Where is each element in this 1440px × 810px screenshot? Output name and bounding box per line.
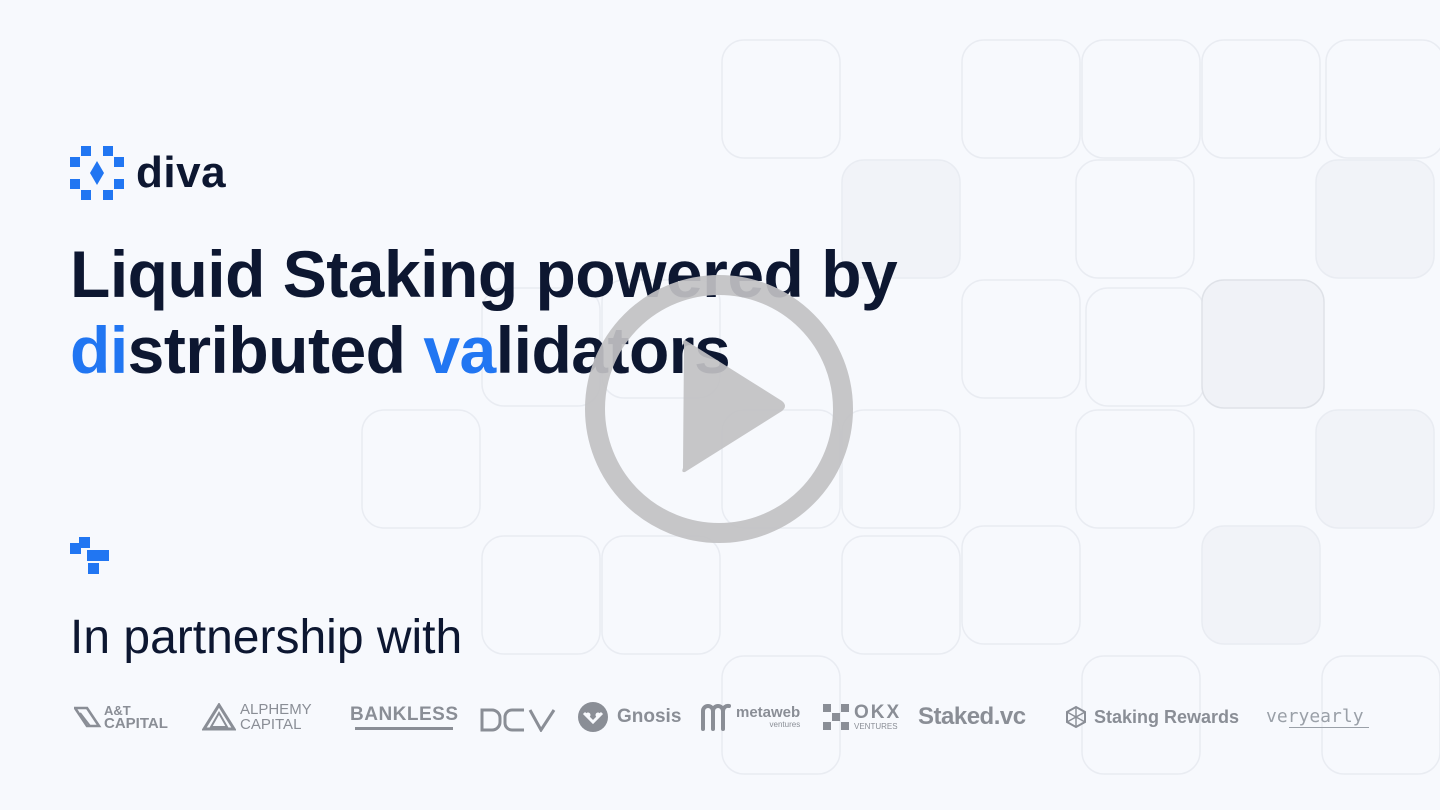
play-icon (682, 340, 785, 473)
metaweb-label: metaweb (736, 703, 801, 721)
veryearly-underline (1289, 726, 1369, 728)
partner-at-capital: A&T CAPITAL (74, 697, 168, 737)
partner-veryearly: veryearly (1266, 697, 1369, 737)
okx-label: OKX (854, 701, 902, 723)
gnosis-label: Gnosis (617, 706, 682, 727)
alphemy-line2: CAPITAL (240, 716, 302, 733)
partner-staked-vc: Staked.vc (918, 697, 1026, 737)
metaweb-sub-label: ventures (769, 719, 801, 729)
at-capital-line2: CAPITAL (104, 715, 168, 732)
dcv-logo-icon (480, 708, 556, 732)
partner-dcv: dcv (480, 697, 556, 737)
partner-gnosis: Gnosis (577, 697, 681, 737)
headline-highlight-va: va (423, 313, 496, 387)
okx-logo-icon (823, 704, 849, 730)
alphemy-line1: ALPHEMY (240, 701, 312, 718)
play-video-button[interactable] (583, 273, 855, 545)
alphemy-icon (202, 703, 236, 731)
staking-rewards-icon (1066, 705, 1086, 729)
partner-bankless: BANKLESS (350, 697, 459, 737)
headline-highlight-di: di (70, 313, 128, 387)
veryearly-label: veryearly (1266, 705, 1364, 727)
staking-rewards-label: Staking Rewards (1094, 706, 1240, 727)
at-capital-icon (74, 706, 102, 728)
bankless-label: BANKLESS (350, 703, 459, 725)
diva-logo: diva (70, 146, 226, 200)
partner-metaweb: metaweb ventures (700, 697, 800, 737)
diva-logo-icon (70, 146, 124, 200)
diva-logo-text: diva (136, 148, 227, 197)
gnosis-owl-icon (578, 702, 608, 732)
staked-vc-label: Staked.vc (918, 703, 1026, 730)
partner-okx-ventures: OKX VENTURES (823, 697, 901, 737)
partner-logos: A&T CAPITAL ALPHEMY CAPITAL BANKLESS dcv (74, 697, 1374, 737)
metaweb-m-icon (701, 703, 731, 731)
okx-sub-label: VENTURES (854, 721, 898, 731)
bankless-underline (355, 726, 454, 730)
brand-mark-icon (70, 537, 109, 574)
headline-text-stributed: stributed (127, 313, 424, 387)
partners-title: In partnership with (70, 611, 463, 664)
partner-staking-rewards: Staking Rewards (1064, 697, 1239, 737)
partner-alphemy-capital: ALPHEMY CAPITAL (202, 697, 312, 737)
